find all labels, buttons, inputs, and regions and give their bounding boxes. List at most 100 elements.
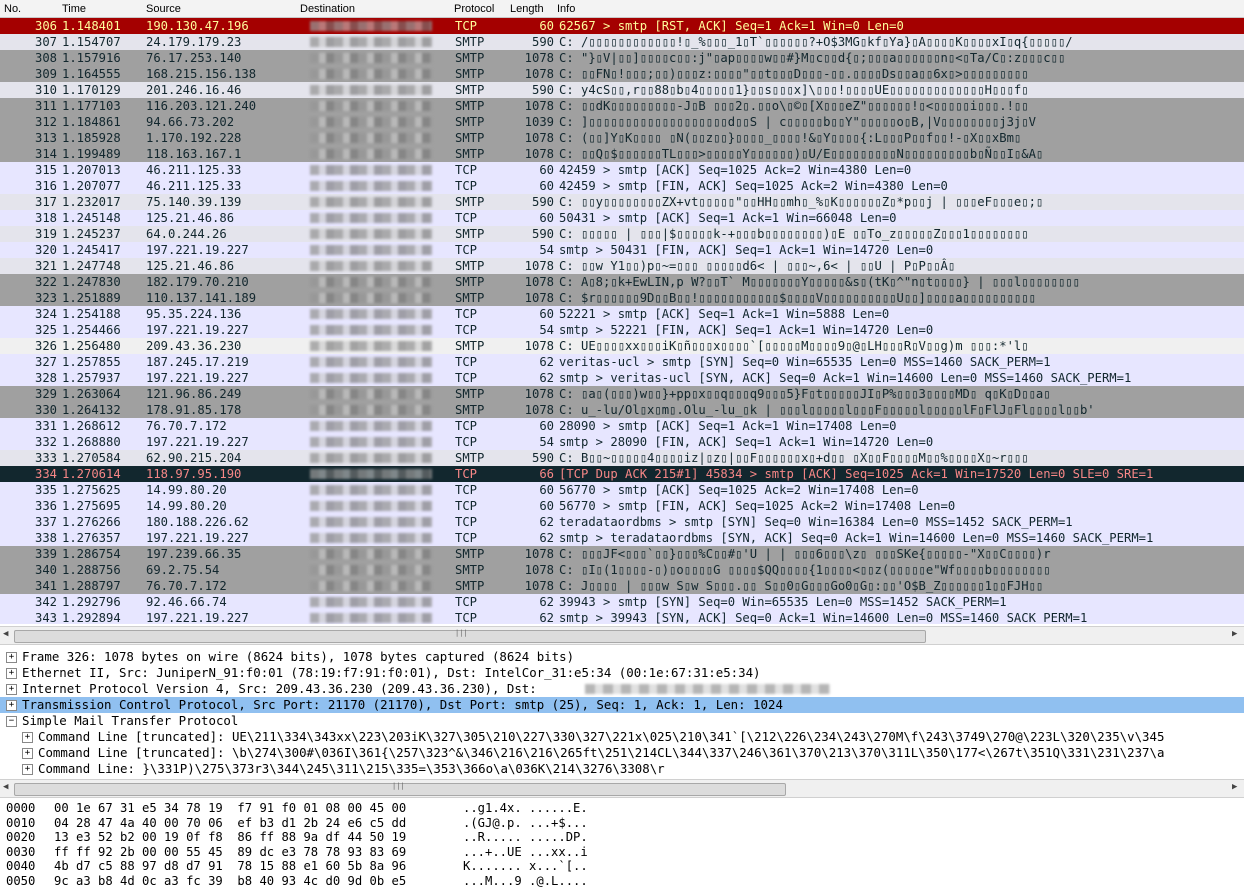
- hex-offset[interactable]: 0000: [6, 801, 35, 815]
- column-header-destination[interactable]: Destination: [300, 3, 355, 15]
- packet-row[interactable]: 327 1.257855 187.245.17.219 TCP 62 veritas-uc…: [0, 354, 1244, 370]
- hex-bytes[interactable]: ff ff 92 2b 00 00 55 45 89 dc e3 78 78 9…: [54, 845, 406, 859]
- expand-icon[interactable]: +: [6, 700, 17, 711]
- packet-row[interactable]: 314 1.199489 118.163.167.1 SMTP 1078 C: ▯▯Q▯$…: [0, 146, 1244, 162]
- packet-info: C: ▯▯▯▯▯ | ▯▯▯|$▯▯▯▯▯k-+▯▯▯b▯▯▯▯▯▯▯▯)▯E …: [559, 227, 1029, 241]
- packet-row[interactable]: 324 1.254188 95.35.224.136 TCP 60 52221 > smt…: [0, 306, 1244, 322]
- scroll-left-arrow-icon[interactable]: ◀: [3, 629, 8, 639]
- packet-row[interactable]: 340 1.288756 69.2.75.54 SMTP 1078 C: ▯I▯(1▯▯▯…: [0, 562, 1244, 578]
- packet-row[interactable]: 310 1.170129 201.246.16.46 SMTP 590 C: y4cS▯▯…: [0, 82, 1244, 98]
- detail-text: Ethernet II, Src: JuniperN_91:f0:01 (78:…: [22, 665, 761, 680]
- packet-row[interactable]: 337 1.276266 180.188.226.62 TCP 62 teradataor…: [0, 514, 1244, 530]
- packet-row[interactable]: 343 1.292894 197.221.19.227 TCP 62 smtp > 399…: [0, 610, 1244, 624]
- packet-row[interactable]: 317 1.232017 75.140.39.139 SMTP 590 C: ▯▯y▯▯▯…: [0, 194, 1244, 210]
- packet-time: 1.177103: [62, 99, 121, 113]
- detail-tree-item[interactable]: + Frame 326: 1078 bytes on wire (8624 bit…: [0, 649, 1244, 665]
- hex-offset[interactable]: 0050: [6, 874, 35, 888]
- packet-row[interactable]: 330 1.264132 178.91.85.178 SMTP 1078 C: u_-lu…: [0, 402, 1244, 418]
- packet-row[interactable]: 329 1.263064 121.96.86.249 SMTP 1078 C: ▯a▯(▯…: [0, 386, 1244, 402]
- column-header-no[interactable]: No.: [4, 3, 21, 15]
- hex-bytes[interactable]: 04 28 47 4a 40 00 70 06 ef b3 d1 2b 24 e…: [54, 816, 406, 830]
- packet-row[interactable]: 307 1.154707 24.179.179.23 SMTP 590 C: /▯▯▯▯▯…: [0, 34, 1244, 50]
- expand-icon[interactable]: +: [22, 748, 33, 759]
- packet-row[interactable]: 322 1.247830 182.179.70.210 SMTP 1078 C: A▯8;…: [0, 274, 1244, 290]
- packet-row[interactable]: 336 1.275695 14.99.80.20 TCP 60 56770 > smtp …: [0, 498, 1244, 514]
- packet-length: 590: [531, 195, 554, 209]
- collapse-icon[interactable]: −: [6, 716, 17, 727]
- column-header-source[interactable]: Source: [146, 3, 181, 15]
- expand-icon[interactable]: +: [6, 652, 17, 663]
- packet-row[interactable]: 326 1.256480 209.43.36.230 SMTP 1078 C: UE▯▯▯…: [0, 338, 1244, 354]
- hex-bytes[interactable]: 4b d7 c5 88 97 d8 d7 91 78 15 88 e1 60 5…: [54, 859, 406, 873]
- column-header-protocol[interactable]: Protocol: [454, 3, 494, 15]
- packet-row[interactable]: 328 1.257937 197.221.19.227 TCP 62 smtp > ver…: [0, 370, 1244, 386]
- packet-row[interactable]: 339 1.286754 197.239.66.35 SMTP 1078 C: ▯▯▯JF…: [0, 546, 1244, 562]
- hex-bytes[interactable]: 9c a3 b8 4d 0c a3 fc 39 b8 40 93 4c d0 9…: [54, 874, 406, 888]
- details-horizontal-scrollbar[interactable]: ◀ ||| ▶: [0, 779, 1244, 798]
- scroll-left-arrow-icon[interactable]: ◀: [3, 782, 8, 792]
- column-header-info[interactable]: Info: [557, 3, 575, 15]
- expand-icon[interactable]: +: [6, 684, 17, 695]
- packet-row[interactable]: 323 1.251889 110.137.141.189 SMTP 1078 C: $r▯…: [0, 290, 1244, 306]
- packet-row[interactable]: 316 1.207077 46.211.125.33 TCP 60 42459 > smt…: [0, 178, 1244, 194]
- hex-offset[interactable]: 0040: [6, 859, 35, 873]
- packet-length: 60: [539, 499, 554, 513]
- detail-tree-item[interactable]: + Internet Protocol Version 4, Src: 209.4…: [0, 681, 1244, 697]
- packet-row[interactable]: 315 1.207013 46.211.125.33 TCP 60 42459 > smt…: [0, 162, 1244, 178]
- detail-tree-item[interactable]: − Simple Mail Transfer Protocol: [0, 713, 1244, 729]
- detail-tree-item[interactable]: + Command Line: }\331P)\275\373r3\344\245…: [0, 761, 1244, 777]
- packet-no: 326: [34, 339, 57, 353]
- packet-no: 311: [34, 99, 57, 113]
- packet-row[interactable]: 331 1.268612 76.70.7.172 TCP 60 28090 > smtp …: [0, 418, 1244, 434]
- hex-ascii[interactable]: ..g1.4x. ......E.: [463, 801, 588, 815]
- hex-ascii[interactable]: ...M...9 .@.L....: [463, 874, 588, 888]
- packet-row[interactable]: 313 1.185928 1.170.192.228 SMTP 1078 C: (▯▯]Y…: [0, 130, 1244, 146]
- detail-tree-item[interactable]: + Ethernet II, Src: JuniperN_91:f0:01 (78…: [0, 665, 1244, 681]
- packet-row[interactable]: 319 1.245237 64.0.244.26 SMTP 590 C: ▯▯▯▯▯ | …: [0, 226, 1244, 242]
- packet-row[interactable]: 311 1.177103 116.203.121.240 SMTP 1078 C: ▯▯d…: [0, 98, 1244, 114]
- expand-icon[interactable]: +: [6, 668, 17, 679]
- packet-row[interactable]: 320 1.245417 197.221.19.227 TCP 54 smtp > 504…: [0, 242, 1244, 258]
- detail-tree-item[interactable]: + Command Line [truncated]: UE\211\334\34…: [0, 729, 1244, 745]
- scroll-right-arrow-icon[interactable]: ▶: [1232, 782, 1237, 792]
- hex-bytes[interactable]: 13 e3 52 b2 00 19 0f f8 86 ff 88 9a df 4…: [54, 830, 406, 844]
- packet-row[interactable]: 309 1.164555 168.215.156.138 SMTP 1078 C: ▯▯F…: [0, 66, 1244, 82]
- packet-row[interactable]: 318 1.245148 125.21.46.86 TCP 60 50431 > smtp…: [0, 210, 1244, 226]
- detail-tree-item[interactable]: + Transmission Control Protocol, Src Port…: [0, 697, 1244, 713]
- packet-row[interactable]: 325 1.254466 197.221.19.227 TCP 54 smtp > 522…: [0, 322, 1244, 338]
- column-header-time[interactable]: Time: [62, 3, 86, 15]
- hex-ascii[interactable]: K....... x...`[..: [463, 859, 588, 873]
- packet-length: 1078: [524, 275, 554, 289]
- packet-no: 313: [34, 131, 57, 145]
- hex-ascii[interactable]: ...+..UE ...xx..i: [463, 845, 588, 859]
- packet-time: 1.264132: [62, 403, 121, 417]
- packet-row[interactable]: 335 1.275625 14.99.80.20 TCP 60 56770 > smtp …: [0, 482, 1244, 498]
- hex-offset[interactable]: 0020: [6, 830, 35, 844]
- packet-row[interactable]: 306 1.148401 190.130.47.196 TCP 60 62567 > sm…: [0, 18, 1244, 34]
- hex-ascii[interactable]: .(GJ@.p. ...+$...: [463, 816, 588, 830]
- packet-row[interactable]: 312 1.184861 94.66.73.202 SMTP 1039 C: ]▯▯▯▯▯…: [0, 114, 1244, 130]
- column-header-length[interactable]: Length: [510, 3, 544, 15]
- packet-row[interactable]: 321 1.247748 125.21.46.86 SMTP 1078 C: ▯▯w Y1…: [0, 258, 1244, 274]
- packet-row[interactable]: 333 1.270584 62.90.215.204 SMTP 590 C: B▯▯~▯▯…: [0, 450, 1244, 466]
- packet-row[interactable]: 334 1.270614 118.97.95.190 TCP 66 [TCP Dup AC…: [0, 466, 1244, 482]
- packet-protocol: SMTP: [455, 403, 485, 417]
- scrollbar-thumb[interactable]: [14, 630, 926, 643]
- packet-row[interactable]: 338 1.276357 197.221.19.227 TCP 62 smtp > ter…: [0, 530, 1244, 546]
- hex-bytes[interactable]: 00 1e 67 31 e5 34 78 19 f7 91 f0 01 08 0…: [54, 801, 406, 815]
- packet-row[interactable]: 342 1.292796 92.46.66.74 TCP 62 39943 > smtp …: [0, 594, 1244, 610]
- expand-icon[interactable]: +: [22, 764, 33, 775]
- packet-row[interactable]: 308 1.157916 76.17.253.140 SMTP 1078 C: "}▯V|…: [0, 50, 1244, 66]
- packet-info: smtp > 52221 [FIN, ACK] Seq=1 Ack=1 Win=…: [559, 323, 934, 337]
- scroll-right-arrow-icon[interactable]: ▶: [1232, 629, 1237, 639]
- packet-row[interactable]: 341 1.288797 76.70.7.172 SMTP 1078 C: J▯▯▯▯ |…: [0, 578, 1244, 594]
- detail-tree-item[interactable]: + Command Line [truncated]: \b\274\300#\0…: [0, 745, 1244, 761]
- packet-info: C: ▯▯Q▯$▯▯▯▯▯▯TL▯▯▯>▯▯▯▯▯Y▯▯▯▯▯▯)▯U/E▯▯▯…: [559, 147, 1044, 161]
- hex-ascii[interactable]: ..R..... .....DP.: [463, 830, 588, 844]
- packet-source: 1.170.192.228: [146, 131, 242, 145]
- hex-offset[interactable]: 0010: [6, 816, 35, 830]
- expand-icon[interactable]: +: [22, 732, 33, 743]
- hex-offset[interactable]: 0030: [6, 845, 35, 859]
- packet-list-horizontal-scrollbar[interactable]: ◀ ||| ▶: [0, 626, 1244, 645]
- packet-row[interactable]: 332 1.268880 197.221.19.227 TCP 54 smtp > 280…: [0, 434, 1244, 450]
